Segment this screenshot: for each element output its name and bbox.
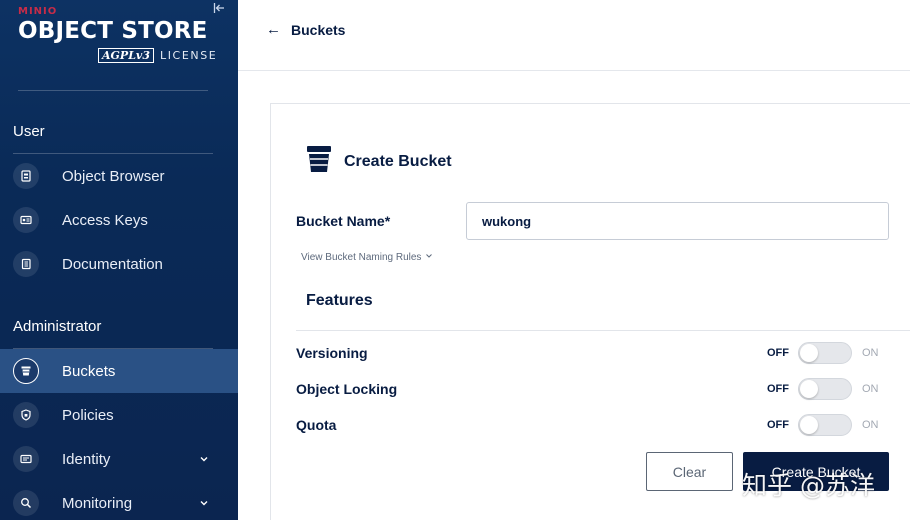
- monitoring-search-icon: [13, 490, 39, 516]
- bucket-icon: [306, 145, 332, 178]
- object-locking-toggle[interactable]: [798, 378, 852, 400]
- documentation-icon: [13, 251, 39, 277]
- switch-on-label: ON: [862, 419, 879, 431]
- back-arrow-icon: ←: [266, 21, 281, 38]
- minio-logo[interactable]: MINIO OBJECT STORE AGPLv3 LICENSE: [18, 6, 216, 63]
- sidebar-item-label: Object Browser: [62, 167, 165, 185]
- bucket-name-input[interactable]: [466, 202, 889, 240]
- switch-on-label: ON: [862, 383, 879, 395]
- clear-button[interactable]: Clear: [646, 452, 733, 491]
- toggle-knob: [800, 416, 818, 434]
- switch-off-label: OFF: [767, 419, 789, 431]
- features-title: Features: [306, 292, 373, 309]
- sidebar-item-documentation[interactable]: Documentation: [0, 242, 238, 286]
- chevron-down-icon[interactable]: [198, 453, 210, 465]
- collapse-sidebar-icon[interactable]: [213, 2, 227, 16]
- sidebar-item-label: Buckets: [62, 362, 116, 380]
- bucket-name-label: Bucket Name*: [296, 213, 391, 229]
- features-divider: [296, 330, 910, 331]
- sidebar-item-label: Policies: [62, 406, 114, 424]
- create-bucket-button[interactable]: Create Bucket: [743, 452, 889, 491]
- feature-row-object-locking: Object Locking OFF ON: [296, 377, 890, 401]
- logo-vendor: MINIO: [18, 6, 58, 17]
- feature-label: Object Locking: [296, 381, 398, 397]
- switch-off-label: OFF: [767, 347, 789, 359]
- policy-shield-icon: [13, 402, 39, 428]
- agpl-badge: AGPLv3: [98, 48, 154, 63]
- sidebar-item-label: Monitoring: [62, 494, 133, 512]
- chevron-down-icon[interactable]: [198, 497, 210, 509]
- object-browser-icon: [13, 163, 39, 189]
- breadcrumb-label: Buckets: [291, 21, 346, 38]
- license-label: LICENSE: [159, 49, 218, 62]
- sidebar-item-buckets[interactable]: Buckets: [0, 349, 238, 393]
- feature-label: Versioning: [296, 345, 368, 361]
- logo-product: OBJECT STORE: [18, 18, 208, 44]
- page-title: Create Bucket: [344, 152, 452, 170]
- access-keys-icon: [13, 207, 39, 233]
- toggle-knob: [800, 344, 818, 362]
- sidebar-item-label: Documentation: [62, 255, 163, 273]
- feature-row-quota: Quota OFF ON: [296, 413, 890, 437]
- page-header: ← Buckets: [238, 0, 910, 71]
- logo-divider: [18, 90, 208, 91]
- versioning-toggle[interactable]: [798, 342, 852, 364]
- naming-rules-label: View Bucket Naming Rules: [301, 252, 422, 263]
- sidebar: MINIO OBJECT STORE AGPLv3 LICENSE User O…: [0, 0, 238, 520]
- switch-on-label: ON: [862, 347, 879, 359]
- sidebar-item-access-keys[interactable]: Access Keys: [0, 198, 238, 242]
- section-title-administrator: Administrator: [13, 318, 102, 335]
- sidebar-item-object-browser[interactable]: Object Browser: [0, 154, 238, 198]
- sidebar-item-label: Identity: [62, 450, 111, 468]
- feature-label: Quota: [296, 417, 337, 433]
- sidebar-item-identity[interactable]: Identity: [0, 437, 238, 481]
- bucket-icon: [13, 358, 39, 384]
- sidebar-item-monitoring[interactable]: Monitoring: [0, 481, 238, 520]
- section-title-user: User: [13, 123, 45, 140]
- chevron-down-icon: [425, 252, 433, 263]
- card-title: Create Bucket: [306, 145, 452, 178]
- naming-rules-link[interactable]: View Bucket Naming Rules: [301, 252, 433, 263]
- identity-card-icon: [13, 446, 39, 472]
- sidebar-item-policies[interactable]: Policies: [0, 393, 238, 437]
- switch-off-label: OFF: [767, 383, 789, 395]
- feature-row-versioning: Versioning OFF ON: [296, 341, 890, 365]
- quota-toggle[interactable]: [798, 414, 852, 436]
- license-row: AGPLv3 LICENSE: [98, 48, 217, 63]
- sidebar-item-label: Access Keys: [62, 211, 148, 229]
- back-to-buckets-link[interactable]: ← Buckets: [266, 21, 345, 38]
- toggle-knob: [800, 380, 818, 398]
